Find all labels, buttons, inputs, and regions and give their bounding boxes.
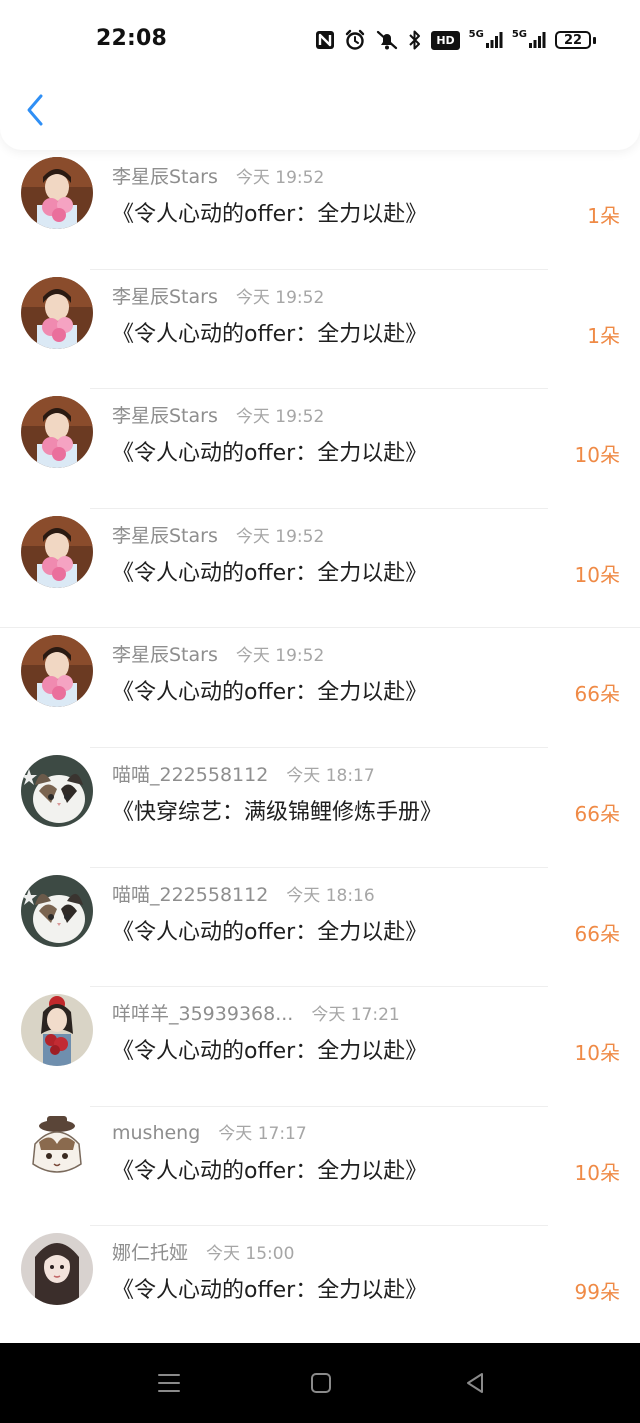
back-nav-button[interactable] [460, 1369, 490, 1397]
flower-count: 66朵 [574, 921, 620, 946]
avatar[interactable] [21, 157, 93, 229]
timestamp: 今天 19:52 [235, 407, 325, 428]
list-item[interactable]: 李星辰Stars 今天 19:52 《令人心动的offer：全力以赴》 10朵 [0, 509, 640, 629]
net2-label: 5G [511, 29, 527, 40]
timestamp: 今天 15:00 [206, 1244, 295, 1265]
status-time: 22:08 [96, 26, 168, 51]
username[interactable]: musheng [112, 1122, 200, 1144]
5g-signal-icon: 5G [512, 28, 546, 52]
net1-label: 5G [468, 29, 484, 40]
flower-count: 10朵 [574, 562, 620, 587]
username[interactable]: 喵喵_222558112 [112, 760, 268, 787]
timestamp: 今天 19:52 [235, 646, 325, 667]
book-title[interactable]: 《令人心动的offer：全力以赴》 [112, 1153, 427, 1185]
gift-record-list[interactable]: 李星辰Stars 今天 19:52 《令人心动的offer：全力以赴》 1朵 李… [0, 150, 640, 1343]
system-navigation-bar [0, 1343, 640, 1423]
back-button[interactable] [18, 90, 52, 130]
mute-icon [375, 28, 399, 52]
book-title[interactable]: 《令人心动的offer：全力以赴》 [112, 196, 427, 228]
username[interactable]: 喵喵_222558112 [112, 880, 268, 907]
username[interactable]: 李星辰Stars [112, 162, 218, 189]
status-icons: HD 5G 5G 22 [315, 24, 596, 56]
book-title[interactable]: 《令人心动的offer：全力以赴》 [112, 435, 427, 467]
5g-signal-icon: 5G [469, 28, 503, 52]
flower-count: 10朵 [574, 443, 620, 468]
avatar[interactable] [21, 396, 93, 469]
username[interactable]: 李星辰Stars [112, 640, 218, 667]
record-meta: 李星辰Stars 今天 19:52 [112, 282, 324, 309]
book-title[interactable]: 《令人心动的offer：全力以赴》 [112, 1033, 427, 1065]
record-meta: 李星辰Stars 今天 19:52 [112, 521, 324, 548]
battery-level: 22 [555, 31, 591, 49]
flower-count: 66朵 [574, 801, 620, 826]
username[interactable]: 李星辰Stars [112, 401, 218, 428]
alarm-icon [344, 28, 366, 52]
list-item[interactable]: 娜仁托娅 今天 15:00 《令人心动的offer：全力以赴》 99朵 [0, 1226, 640, 1343]
record-meta: 喵喵_222558112 今天 18:17 [112, 760, 375, 787]
record-meta: 李星辰Stars 今天 19:52 [112, 162, 324, 189]
avatar[interactable] [21, 635, 93, 708]
timestamp: 今天 19:52 [235, 287, 325, 308]
flower-count: 1朵 [587, 204, 620, 228]
nav-bar [0, 80, 640, 146]
flower-count: 10朵 [574, 1160, 620, 1185]
list-item[interactable]: 咩咩羊_35939368... 今天 17:21 《令人心动的offer：全力以… [0, 987, 640, 1107]
record-meta: 李星辰Stars 今天 19:52 [112, 640, 324, 667]
book-title[interactable]: 《令人心动的offer：全力以赴》 [112, 674, 427, 706]
list-item[interactable]: 喵喵_222558112 今天 18:16 《令人心动的offer：全力以赴》 … [0, 868, 640, 988]
flower-count: 66朵 [574, 682, 620, 707]
book-title[interactable]: 《令人心动的offer：全力以赴》 [112, 316, 427, 348]
book-title[interactable]: 《令人心动的offer：全力以赴》 [112, 914, 427, 946]
battery-icon: 22 [555, 31, 596, 49]
hd-icon: HD [431, 28, 460, 52]
username[interactable]: 李星辰Stars [112, 282, 218, 309]
timestamp: 今天 18:17 [286, 765, 375, 786]
avatar[interactable] [21, 994, 93, 1067]
home-button[interactable] [306, 1369, 336, 1397]
flower-count: 10朵 [574, 1041, 620, 1066]
timestamp: 今天 19:52 [235, 526, 325, 547]
list-item[interactable]: 喵喵_222558112 今天 18:17 《快穿综艺：满级锦鲤修炼手册》 66… [0, 748, 640, 868]
record-meta: 喵喵_222558112 今天 18:16 [112, 880, 375, 907]
list-item[interactable]: 李星辰Stars 今天 19:52 《令人心动的offer：全力以赴》 1朵 [0, 270, 640, 390]
menu-icon [158, 1374, 180, 1392]
avatar[interactable] [21, 1233, 93, 1306]
list-item[interactable]: 李星辰Stars 今天 19:52 《令人心动的offer：全力以赴》 66朵 [0, 628, 640, 748]
status-bar: 22:08 HD 5G 5G 22 [0, 0, 640, 80]
avatar[interactable] [21, 1113, 93, 1186]
record-meta: 咩咩羊_35939368... 今天 17:21 [112, 999, 400, 1026]
username[interactable]: 娜仁托娅 [112, 1238, 188, 1265]
username[interactable]: 李星辰Stars [112, 521, 218, 548]
list-item[interactable]: musheng 今天 17:17 《令人心动的offer：全力以赴》 10朵 [0, 1107, 640, 1227]
timestamp: 今天 17:21 [311, 1005, 400, 1026]
avatar[interactable] [21, 754, 93, 827]
menu-button[interactable] [154, 1369, 184, 1397]
hd-label: HD [431, 30, 460, 50]
flower-count: 1朵 [587, 323, 620, 348]
avatar[interactable] [21, 276, 93, 349]
record-meta: musheng 今天 17:17 [112, 1119, 307, 1144]
avatar[interactable] [21, 515, 93, 588]
back-triangle-icon [467, 1373, 483, 1393]
bluetooth-icon [408, 28, 422, 52]
nfc-icon [315, 28, 335, 52]
username[interactable]: 咩咩羊_35939368... [112, 999, 293, 1026]
book-title[interactable]: 《令人心动的offer：全力以赴》 [112, 1272, 427, 1304]
timestamp: 今天 17:17 [218, 1123, 307, 1144]
book-title[interactable]: 《快穿综艺：满级锦鲤修炼手册》 [112, 794, 442, 826]
top-header: 22:08 HD 5G 5G 22 [0, 0, 640, 150]
flower-count: 99朵 [574, 1280, 620, 1305]
list-item[interactable]: 李星辰Stars 今天 19:52 《令人心动的offer：全力以赴》 1朵 [0, 150, 640, 270]
avatar[interactable] [21, 874, 93, 947]
record-meta: 娜仁托娅 今天 15:00 [112, 1238, 294, 1265]
book-title[interactable]: 《令人心动的offer：全力以赴》 [112, 555, 427, 587]
chevron-left-icon [27, 94, 43, 126]
timestamp: 今天 18:16 [286, 885, 375, 906]
timestamp: 今天 19:52 [235, 168, 325, 188]
home-icon [311, 1373, 331, 1393]
list-item[interactable]: 李星辰Stars 今天 19:52 《令人心动的offer：全力以赴》 10朵 [0, 389, 640, 509]
record-meta: 李星辰Stars 今天 19:52 [112, 401, 324, 428]
